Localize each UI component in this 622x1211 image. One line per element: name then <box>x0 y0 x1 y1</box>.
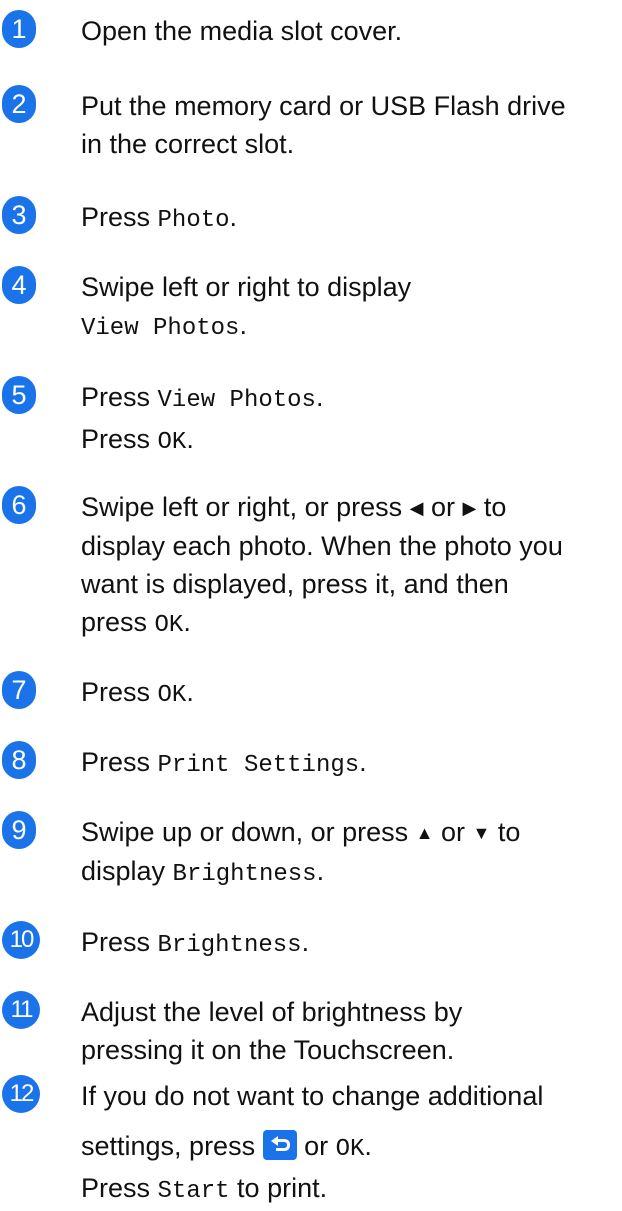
code-brightness: Brightness <box>157 932 302 959</box>
step-number-badge: 7 <box>2 671 36 709</box>
step-line: Open the media slot cover. <box>81 16 403 46</box>
code-view-photos: View Photos <box>157 387 316 414</box>
text-press: Press <box>81 202 158 232</box>
step-number-badge: 8 <box>2 741 36 779</box>
code-print-settings: Print Settings <box>157 752 360 779</box>
step-number-badge: 3 <box>2 196 36 234</box>
code-brightness: Brightness <box>172 861 317 888</box>
step-number-badge: 11 <box>2 991 40 1029</box>
step-number-badge: 6 <box>2 486 36 524</box>
step-text: Press OK. <box>81 677 194 709</box>
step-number-badge: 1 <box>2 10 36 48</box>
step-text: Open the media slot cover. <box>81 12 621 50</box>
step-text: Swipe left or right, or press ◀ or ▶ to … <box>81 488 621 645</box>
step-number-badge: 12 <box>2 1075 40 1113</box>
step-line: If you do not want to change additional <box>81 1081 544 1111</box>
down-arrow-icon: ▼ <box>472 823 491 843</box>
step-number-badge: 10 <box>2 921 40 959</box>
step-text: Press Photo. <box>81 202 238 234</box>
step-line: Adjust the level of brightness by <box>81 997 463 1027</box>
right-arrow-icon: ▶ <box>462 498 477 518</box>
code-view-photos: View Photos <box>81 315 240 342</box>
step-number-badge: 5 <box>2 376 36 414</box>
step-line: in the correct slot. <box>81 129 295 159</box>
step-text: Press View Photos. Press OK. <box>81 382 324 456</box>
step-number-badge: 2 <box>2 85 36 123</box>
step-line: want is displayed, press it, and then <box>81 569 509 599</box>
step-text: Press Print Settings. <box>81 747 367 779</box>
code-ok: OK <box>335 1136 365 1163</box>
step-text: Adjust the level of brightness by pressi… <box>81 993 621 1069</box>
up-arrow-icon: ▲ <box>415 823 434 843</box>
code-ok: OK <box>157 429 187 456</box>
step-text: Put the memory card or USB Flash drive i… <box>81 87 621 163</box>
code-photo: Photo <box>157 207 230 234</box>
step-text: Press Brightness. <box>81 927 310 959</box>
step-line: Swipe left or right to display <box>81 272 412 302</box>
step-line: Put the memory card or USB Flash drive <box>81 91 566 121</box>
code-ok: OK <box>154 612 184 639</box>
step-line: display each photo. When the photo you <box>81 531 563 561</box>
code-ok: OK <box>157 682 187 709</box>
step-text: Swipe up or down, or press ▲ or ▼ to dis… <box>81 817 521 888</box>
back-arrow-icon <box>262 1130 297 1160</box>
step-number-badge: 9 <box>2 811 36 849</box>
step-text: Swipe left or right to display View Phot… <box>81 268 621 348</box>
step-text: If you do not want to change additional … <box>81 1077 621 1211</box>
step-line: pressing it on the Touchscreen. <box>81 1035 455 1065</box>
left-arrow-icon: ◀ <box>409 498 424 518</box>
code-start: Start <box>157 1178 230 1205</box>
step-number-badge: 4 <box>2 266 36 304</box>
